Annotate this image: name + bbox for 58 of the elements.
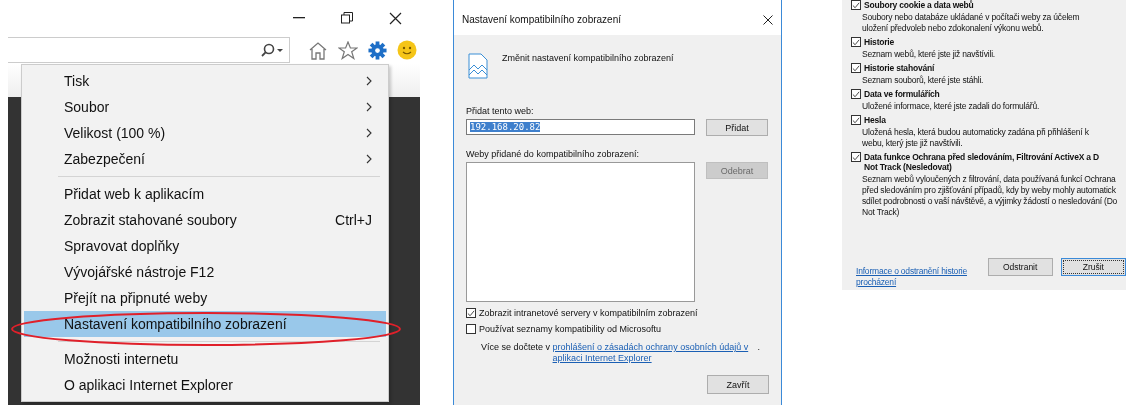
- document-icon: [468, 53, 488, 79]
- dialog-heading: Změnit nastavení kompatibilního zobrazení: [502, 53, 674, 65]
- option-description: Seznam souborů, které jste stáhli.: [861, 75, 985, 86]
- checkbox[interactable]: [851, 37, 861, 47]
- close-button[interactable]: Zavřít: [707, 375, 769, 394]
- menu-item[interactable]: O aplikaci Internet Explorer: [24, 372, 386, 398]
- star-icon[interactable]: [338, 40, 358, 60]
- checkbox-label: Zobrazit intranetové servery v kompatibilním zobrazení: [479, 308, 698, 318]
- menu-item[interactable]: Spravovat doplňky: [24, 233, 386, 259]
- checkbox[interactable]: [851, 115, 861, 125]
- menu-item[interactable]: Možnosti internetu: [24, 346, 386, 372]
- cancel-button[interactable]: Zrušit: [1060, 258, 1126, 276]
- close-icon[interactable]: [763, 14, 773, 25]
- option-description: Seznam webů vyloučených z filtrování, data používaná funkcí Ochrana před sledováním pro zjišťování případů, kdy by weby mohly automatick sdílet podrobnosti o vaší návštěvě, a výjimky žádostí o nesledování (Do Not Track): [861, 174, 1119, 218]
- menu-item[interactable]: Zobrazit stahované soubory Ctrl+J: [24, 207, 386, 233]
- option-description: Soubory nebo databáze ukládané v počítači weby za účelem uložení předvoleb nebo zdokonalení výkonu webů.: [861, 12, 1081, 34]
- checkbox[interactable]: [851, 63, 861, 73]
- menu-item[interactable]: Tisk: [24, 68, 386, 94]
- checkbox[interactable]: [466, 308, 476, 318]
- menu-item[interactable]: Nastavení kompatibilního zobrazení: [24, 311, 386, 337]
- input-field[interactable]: 192.168.20.82: [466, 119, 695, 135]
- option-description: Uložené informace, které jste zadali do formulářů.: [861, 101, 1041, 112]
- list-box[interactable]: [466, 162, 695, 302]
- menu-item[interactable]: Přejít na připnuté weby: [24, 285, 386, 311]
- info-text: Více se dočtete v prohlášení o zásadách ochrany osobních údajů v aplikaci Internet Explorer .: [481, 342, 761, 364]
- privacy-link[interactable]: prohlášení o zásadách ochrany osobních údajů v aplikaci Internet Explorer: [552, 342, 758, 364]
- option-description: Seznam webů, které jste již navštívili.: [861, 49, 996, 60]
- close-icon[interactable]: [389, 11, 402, 25]
- dialog-title: Nastavení kompatibilního zobrazení: [462, 14, 621, 25]
- option-title: Historie stahování: [864, 63, 935, 73]
- checkbox[interactable]: [851, 152, 861, 162]
- checkbox[interactable]: [851, 89, 861, 99]
- minimize-icon[interactable]: [293, 17, 305, 19]
- list-label: Weby přidané do kompatibilního zobrazení:: [466, 149, 640, 159]
- field-label: Přidat tento web:: [466, 106, 535, 116]
- option-title: Data funkce Ochrana před sledováním, Filtrování ActiveX a D Not Track (Nesledovat): [864, 152, 1099, 172]
- menu-item[interactable]: Soubor: [24, 94, 386, 120]
- menu-item[interactable]: Vývojářské nástroje F12: [24, 259, 386, 285]
- shortcut-label: Ctrl+J: [335, 212, 372, 228]
- smiley-icon[interactable]: [397, 40, 417, 60]
- option-title: Soubory cookie a data webů: [864, 0, 974, 10]
- option-title: Data ve formulářích: [864, 89, 940, 99]
- menu-item[interactable]: Zabezpečení: [24, 146, 386, 172]
- help-link[interactable]: Informace o odstranění historie procházení: [856, 266, 980, 288]
- checkbox[interactable]: [851, 0, 861, 10]
- checkbox[interactable]: [466, 324, 476, 334]
- option-title: Hesla: [864, 115, 886, 125]
- gear-icon[interactable]: [368, 40, 387, 60]
- option-title: Historie: [864, 37, 895, 47]
- search-icon[interactable]: [261, 43, 283, 57]
- menu-item[interactable]: Velikost (100 %): [24, 120, 386, 146]
- add-button[interactable]: Přidat: [706, 119, 768, 136]
- restore-icon[interactable]: [341, 12, 353, 24]
- delete-button[interactable]: Odstranit: [987, 258, 1053, 276]
- checkbox-label: Používat seznamy kompatibility od Microsoftu: [479, 324, 662, 334]
- home-icon[interactable]: [308, 40, 328, 60]
- option-description: Uložená hesla, která budou automaticky zadána při přihlášení k webu, který jste již navštívili.: [861, 127, 1090, 149]
- menu-item[interactable]: Přidat web k aplikacím: [24, 181, 386, 207]
